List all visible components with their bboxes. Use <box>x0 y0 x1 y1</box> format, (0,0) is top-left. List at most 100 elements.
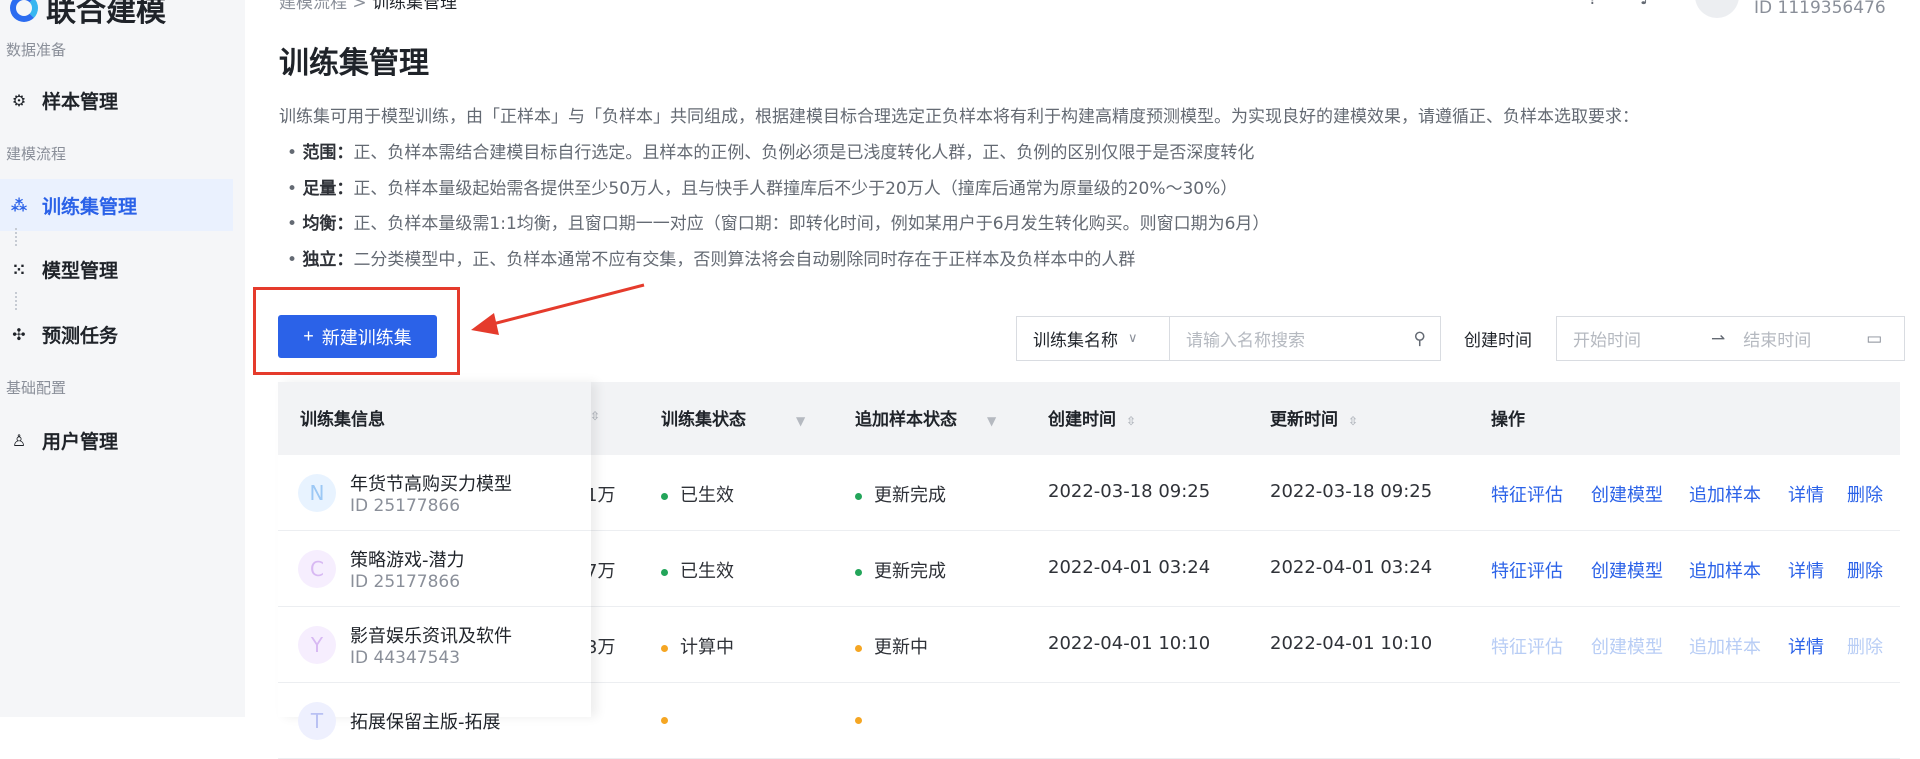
action-link[interactable]: 特征评估 <box>1491 633 1563 659</box>
calendar-icon: ▭ <box>1866 328 1883 349</box>
sidebar-item-prediction[interactable]: ✣ 预测任务 <box>0 308 233 360</box>
column-info: 训练集信息 <box>278 382 591 455</box>
action-link[interactable]: 创建模型 <box>1591 633 1663 659</box>
training-set-info[interactable]: N 年货节高购买力模型 ID 25177866 <box>278 455 591 531</box>
action-link[interactable]: 删除 <box>1847 633 1883 659</box>
append-status-cell: 更新完成 <box>855 557 946 583</box>
action-link[interactable]: 创建模型 <box>1591 557 1663 583</box>
append-status-cell <box>855 709 874 730</box>
action-link[interactable]: 详情 <box>1788 557 1824 583</box>
action-link[interactable]: 追加样本 <box>1689 557 1761 583</box>
rule-item: • 均衡：正、负样本量级需1:1均衡，且窗口期一一对应（窗口期：即转化时间，例如… <box>287 214 1270 234</box>
search-input[interactable]: 请输入名称搜索 ⚲ <box>1169 316 1441 361</box>
training-set-info[interactable]: C 策略游戏-潜力 ID 25177866 <box>278 531 591 607</box>
chevron-down-icon: ∨ <box>1128 331 1138 346</box>
logo-icon <box>10 0 38 22</box>
action-link[interactable]: 详情 <box>1788 633 1824 659</box>
action-link[interactable]: 特征评估 <box>1491 557 1563 583</box>
training-set-id: ID 44347543 <box>350 647 461 668</box>
avatar: T <box>298 701 336 740</box>
sample-icon: ⚙ <box>11 90 27 110</box>
updated-cell: 2022-04-01 10:10 <box>1270 633 1433 654</box>
status-cell: 计算中 <box>661 633 734 659</box>
status-dot <box>855 568 862 576</box>
rule-item: • 范围：正、负样本需结合建模目标自行选定。且样本的正例、负例必须是已浅度转化人… <box>287 143 1255 163</box>
created-cell: 2022-03-18 09:25 <box>1048 481 1211 502</box>
status-dot <box>855 716 862 724</box>
training-set-name[interactable]: 策略游戏-潜力 <box>350 546 465 572</box>
sidebar: 联合建模 数据准备 ⚙ 样本管理 建模流程 ⁂ 训练集管理 ⁙ 模型管理 ✣ 预测任务 … <box>0 0 245 717</box>
action-link[interactable]: 删除 <box>1847 481 1883 507</box>
group-label-modeling: 建模流程 <box>6 145 67 163</box>
model-icon: ⁙ <box>12 259 26 279</box>
logo: 联合建模 <box>10 0 166 30</box>
user-id: ID 1119356476 <box>1754 0 1886 18</box>
column-actions: 操作 <box>1491 410 1525 430</box>
updated-cell: 2022-03-18 09:25 <box>1270 481 1433 502</box>
updated-cell: 2022-04-01 03:24 <box>1270 557 1433 578</box>
action-link[interactable]: 详情 <box>1788 481 1824 507</box>
training-set-icon: ⁂ <box>10 195 28 215</box>
training-set-info[interactable]: Y 影音娱乐资讯及软件 ID 44347543 <box>278 607 591 683</box>
action-link[interactable]: 特征评估 <box>1491 481 1563 507</box>
column-updated: 更新时间 ⇳ <box>1270 410 1359 430</box>
status-dot <box>855 644 862 652</box>
action-link[interactable]: 删除 <box>1847 557 1883 583</box>
rule-item: • 足量：正、负样本量级起始需各提供至少50万人，且与快手人群撞库后不少于20万… <box>287 179 1238 199</box>
status-dot <box>661 492 668 500</box>
breadcrumb-current: 训练集管理 <box>372 0 458 13</box>
status-cell: 已生效 <box>661 481 734 507</box>
highlight-box <box>253 287 460 375</box>
user-icon: ♙ <box>11 430 27 450</box>
breadcrumb: 建模流程 > 训练集管理 <box>279 0 457 13</box>
filter-icon[interactable]: ▼ <box>796 414 805 428</box>
avatar: C <box>298 549 336 588</box>
page-title: 训练集管理 <box>279 46 429 81</box>
training-set-name[interactable]: 影音娱乐资讯及软件 <box>350 622 512 648</box>
fixed-info-column: 训练集信息 N 年货节高购买力模型 ID 25177866 C 策略游戏-潜力 ID… <box>278 382 591 759</box>
end-date-input[interactable]: 结束时间 <box>1743 326 1811 351</box>
column-status: 训练集状态 ▼ <box>661 410 806 430</box>
avatar[interactable] <box>1695 0 1739 18</box>
help-icon[interactable]: ? <box>1588 0 1598 9</box>
breadcrumb-modeling[interactable]: 建模流程 <box>279 0 347 13</box>
avatar: Y <box>298 625 336 664</box>
breadcrumb-sep: > <box>352 0 367 13</box>
filter-icon[interactable]: ▼ <box>987 414 996 428</box>
sidebar-item-user[interactable]: ♙ 用户管理 <box>0 414 233 466</box>
sidebar-item-sample[interactable]: ⚙ 样本管理 <box>0 74 233 126</box>
training-set-name[interactable]: 拓展保留主版-拓展 <box>350 708 501 734</box>
date-range-picker[interactable]: 开始时间 ⇀ 结束时间 ▭ <box>1556 316 1905 361</box>
status-dot <box>661 568 668 576</box>
action-link[interactable]: 追加样本 <box>1689 633 1761 659</box>
status-cell: 已生效 <box>661 557 734 583</box>
append-status-cell: 更新完成 <box>855 481 946 507</box>
sort-icon[interactable]: ⇳ <box>1348 414 1358 428</box>
group-label-config: 基础配置 <box>6 379 67 397</box>
avatar: N <box>298 473 336 512</box>
sort-icon[interactable]: ⇳ <box>1126 414 1136 428</box>
arrow-right-icon: ⇀ <box>1711 328 1726 349</box>
action-link[interactable]: 追加样本 <box>1689 481 1761 507</box>
date-label: 创建时间 <box>1464 331 1532 351</box>
bell-icon[interactable]: ♪ <box>1640 0 1652 9</box>
annotation-arrow <box>471 283 645 335</box>
status-cell <box>661 709 680 730</box>
search-icon: ⚲ <box>1413 328 1426 349</box>
append-status-cell: 更新中 <box>855 633 928 659</box>
sidebar-item-model[interactable]: ⁙ 模型管理 <box>0 243 233 295</box>
prediction-icon: ✣ <box>12 324 26 344</box>
status-dot <box>855 492 862 500</box>
sidebar-item-training-set[interactable]: ⁂ 训练集管理 <box>0 179 233 231</box>
created-cell: 2022-04-01 03:24 <box>1048 557 1211 578</box>
rule-item: • 独立：二分类模型中，正、负样本通常不应有交集，否则算法将会自动剔除同时存在于… <box>287 250 1136 270</box>
status-dot <box>661 644 668 652</box>
training-set-id: ID 25177866 <box>350 571 461 592</box>
search-field-select[interactable]: 训练集名称 ∨ <box>1016 316 1170 361</box>
training-set-id: ID 25177866 <box>350 495 461 516</box>
training-set-info[interactable]: T 拓展保留主版-拓展 <box>278 683 591 759</box>
training-set-name[interactable]: 年货节高购买力模型 <box>350 470 512 496</box>
start-date-input[interactable]: 开始时间 <box>1573 326 1641 351</box>
column-created: 创建时间 ⇳ <box>1048 410 1137 430</box>
action-link[interactable]: 创建模型 <box>1591 481 1663 507</box>
